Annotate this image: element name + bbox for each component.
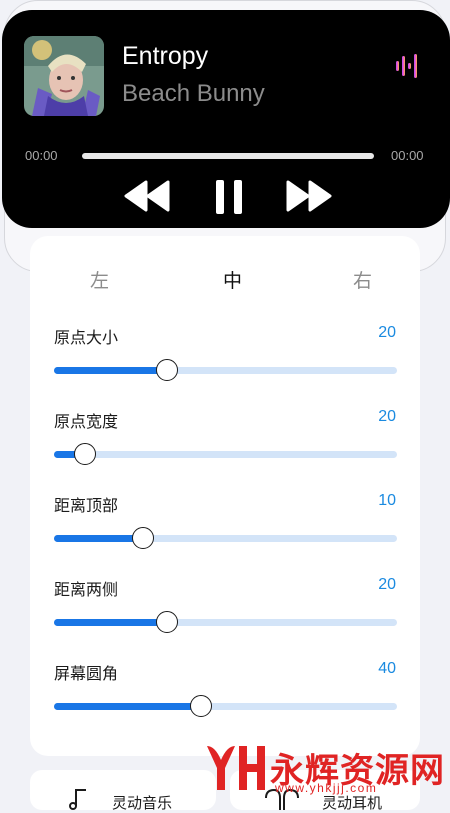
slider-value: 20 <box>378 576 396 593</box>
slider-track[interactable] <box>54 527 397 549</box>
dynamic-music-card[interactable]: 灵动音乐 <box>30 770 216 812</box>
slider-dot-size: 原点大小 20 <box>30 324 420 404</box>
album-cover <box>24 36 104 116</box>
slider-thumb[interactable] <box>156 611 179 633</box>
tab-left[interactable]: 左 <box>90 266 109 293</box>
tab-right[interactable]: 右 <box>353 266 372 293</box>
song-artist: Beach Bunny <box>122 80 265 107</box>
slider-track[interactable] <box>54 611 397 633</box>
song-title: Entropy <box>122 42 209 70</box>
next-track-icon[interactable] <box>284 178 332 214</box>
elapsed-time: 00:00 <box>25 148 58 163</box>
audio-wave-icon <box>396 54 417 78</box>
slider-thumb[interactable] <box>132 527 155 549</box>
slider-fill <box>54 535 144 542</box>
slider-track[interactable] <box>54 443 397 465</box>
slider-label: 原点宽度 <box>54 412 119 431</box>
slider-top-distance: 距离顶部 10 <box>30 492 420 572</box>
settings-card: 左 中 右 原点大小 20 原点宽度 20 距离顶部 10 距离两侧 20 屏幕… <box>30 236 420 756</box>
dynamic-music-label: 灵动音乐 <box>112 794 173 812</box>
slider-label: 屏幕圆角 <box>54 664 119 683</box>
total-time: 00:00 <box>391 148 424 163</box>
tab-center[interactable]: 中 <box>223 266 242 293</box>
slider-track[interactable] <box>54 359 397 381</box>
slider-track[interactable] <box>54 695 397 717</box>
slider-fill <box>54 703 202 710</box>
pause-icon[interactable] <box>214 178 244 216</box>
slider-side-distance: 距离两侧 20 <box>30 576 420 656</box>
slider-label: 距离顶部 <box>54 496 119 515</box>
slider-screen-radius: 屏幕圆角 40 <box>30 660 420 740</box>
slider-fill <box>54 367 168 374</box>
slider-label: 距离两侧 <box>54 580 119 599</box>
playback-progress-bar[interactable] <box>82 153 374 159</box>
slider-value: 40 <box>378 660 396 677</box>
music-note-icon <box>69 789 86 810</box>
slider-thumb[interactable] <box>190 695 213 717</box>
previous-track-icon[interactable] <box>124 178 172 214</box>
slider-fill <box>54 619 168 626</box>
slider-thumb[interactable] <box>73 443 96 465</box>
slider-dot-width: 原点宽度 20 <box>30 408 420 488</box>
slider-value: 20 <box>378 408 396 425</box>
slider-label: 原点大小 <box>54 328 119 347</box>
position-tabs: 左 中 右 <box>30 266 420 292</box>
slider-value: 10 <box>378 492 396 509</box>
watermark-url: www.yhkjjj.com <box>275 781 378 795</box>
music-player-island[interactable]: Entropy Beach Bunny 00:00 00:00 <box>2 10 450 228</box>
slider-thumb[interactable] <box>156 359 179 381</box>
slider-value: 20 <box>378 324 396 341</box>
